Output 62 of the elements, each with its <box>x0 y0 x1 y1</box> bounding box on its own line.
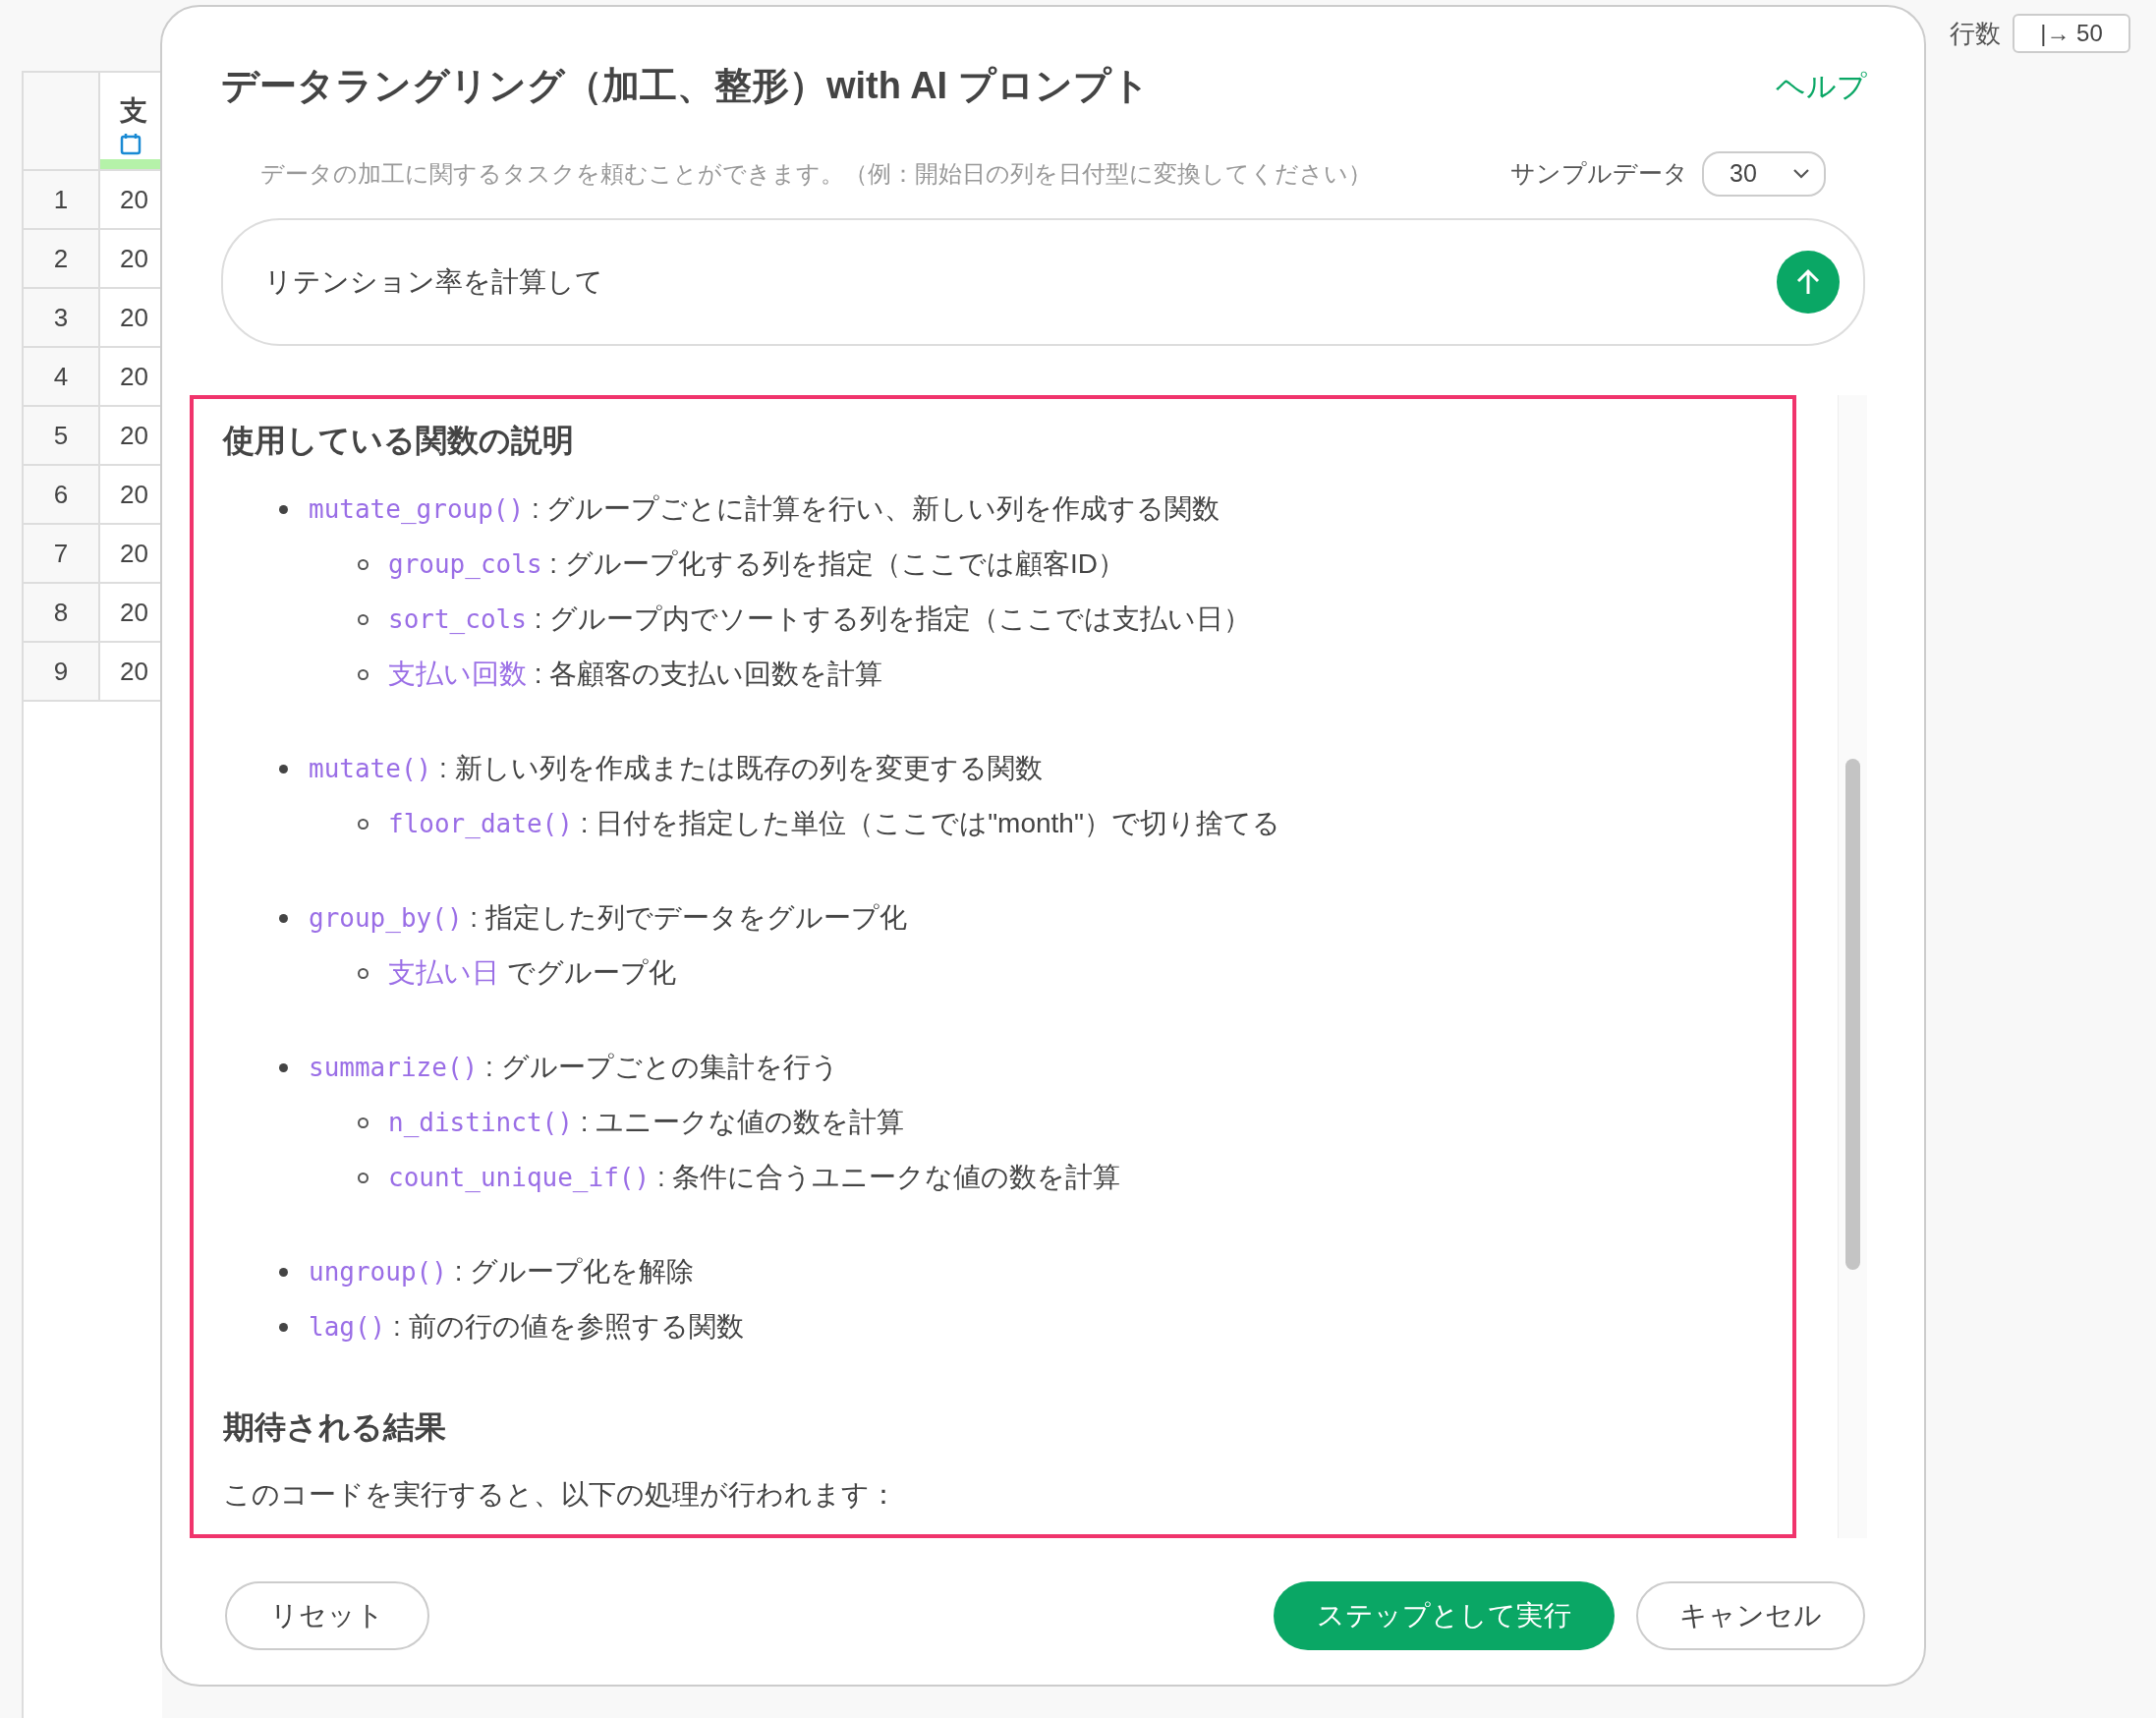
row-number: 6 <box>24 466 100 523</box>
list-item-text: n_distinct() : ユニークな値の数を計算 <box>388 1106 905 1139</box>
row-count-field[interactable]: |→ 50 <box>2013 14 2130 53</box>
prompt-field[interactable]: リテンション率を計算して <box>264 261 1777 303</box>
bullet-icon <box>358 1172 369 1183</box>
table-cell-text: 20 <box>119 301 149 334</box>
dialog-title: データラングリング（加工、整形）with AI プロンプト <box>221 64 1150 108</box>
row-number: 8 <box>24 584 100 641</box>
list-item-text: count_unique_if() : 条件に合うユニークな値の数を計算 <box>388 1161 1121 1194</box>
hint-text: データの加工に関するタスクを頼むことができます。（例：開始日の列を日付型に変換してください） <box>260 159 1372 189</box>
calendar-icon <box>120 132 142 155</box>
list-item-text: sort_cols : グループ内でソートする列を指定（ここでは支払い日） <box>388 602 1252 636</box>
section-heading: 使用している関数の説明 <box>223 422 575 460</box>
bullet-icon <box>279 913 288 923</box>
row-number: 3 <box>24 289 100 346</box>
list-item-text: 支払い回数 : 各顧客の支払い回数を計算 <box>388 658 883 691</box>
bullet-icon <box>358 818 369 830</box>
table-cell-text: 20 <box>119 478 149 511</box>
row-number: 4 <box>24 348 100 405</box>
list-item-text: floor_date() : 日付を指定した単位（ここでは"month"）で切り捨てる <box>388 807 1280 840</box>
bullet-icon <box>279 764 288 773</box>
bullet-icon <box>358 558 369 570</box>
table-cell-text: 20 <box>119 360 149 393</box>
column-status-bar <box>100 159 162 169</box>
cancel-button[interactable]: キャンセル <box>1636 1581 1865 1650</box>
row-number: 5 <box>24 407 100 464</box>
row-count-label: 行数 <box>1950 17 2001 50</box>
bullet-icon <box>279 1062 288 1072</box>
list-item-text: 支払い日 でグループ化 <box>388 956 676 990</box>
list-item-text: group_cols : グループ化する列を指定（ここでは顧客ID） <box>388 547 1125 581</box>
list-item-text: group_by() : 指定した列でデータをグループ化 <box>309 901 907 935</box>
sample-data-label: サンプルデータ <box>1510 158 1688 190</box>
row-number: 2 <box>24 230 100 287</box>
table-cell-text: 20 <box>119 183 149 216</box>
bullet-icon <box>358 668 369 680</box>
bullet-icon <box>279 1322 288 1332</box>
paragraph: このコードを実行すると、以下の処理が行われます： <box>223 1478 898 1512</box>
bullet-icon <box>358 613 369 625</box>
row-number: 7 <box>24 525 100 582</box>
reset-button[interactable]: リセット <box>225 1581 429 1650</box>
row-number: 9 <box>24 643 100 700</box>
list-item-text: lag() : 前の行の値を参照する関数 <box>309 1310 744 1344</box>
bullet-icon <box>358 1117 369 1128</box>
arrow-up-icon <box>1795 268 1821 296</box>
table-cell-text: 20 <box>119 242 149 275</box>
list-item-text: mutate_group() : グループごとに計算を行い、新しい列を作成する関数 <box>309 492 1220 526</box>
list-item-text: summarize() : グループごとの集計を行う <box>309 1051 839 1084</box>
chevron-down-icon <box>1792 168 1810 180</box>
sample-data-select[interactable]: 30 <box>1702 151 1826 197</box>
list-item-text: mutate() : 新しい列を作成または既存の列を変更する関数 <box>309 752 1043 785</box>
list-item-text: ungroup() : グループ化を解除 <box>309 1255 695 1288</box>
table-cell-text: 20 <box>119 537 149 570</box>
table-cell-text: 20 <box>119 655 149 688</box>
bullet-icon <box>358 967 369 979</box>
bullet-icon <box>279 1267 288 1277</box>
section-heading: 期待される結果 <box>223 1408 447 1447</box>
column-header: 支 <box>120 94 148 128</box>
row-number: 1 <box>24 171 100 228</box>
table-cell-text: 20 <box>119 419 149 452</box>
bullet-icon <box>279 504 288 514</box>
table-cell-text: 20 <box>119 596 149 629</box>
prompt-box[interactable]: リテンション率を計算して <box>221 218 1865 346</box>
